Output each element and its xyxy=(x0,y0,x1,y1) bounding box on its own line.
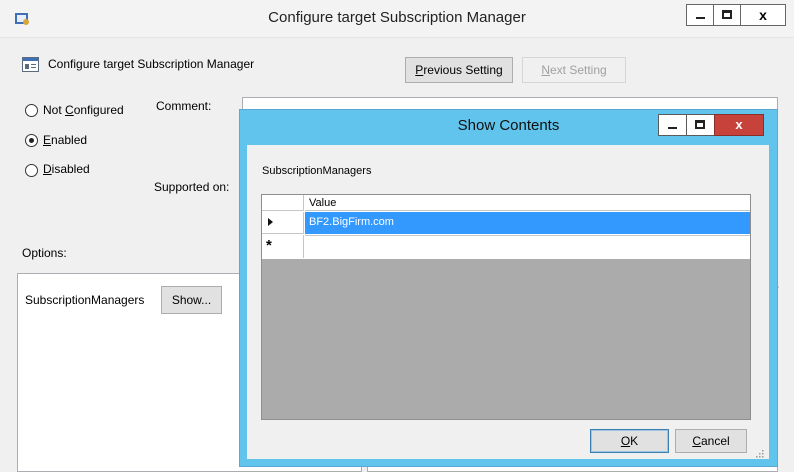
close-button[interactable]: x xyxy=(740,4,786,26)
comment-label: Comment: xyxy=(156,99,212,113)
value-cell[interactable]: BF2.BigFirm.com xyxy=(305,212,750,234)
main-window-controls: x xyxy=(686,4,786,26)
maximize-icon xyxy=(695,120,705,129)
disabled-radio[interactable] xyxy=(25,164,38,177)
close-icon: x xyxy=(759,7,767,23)
next-setting-label-mnemonic: N xyxy=(541,63,550,77)
ok-button[interactable]: OK xyxy=(590,429,669,453)
row-header[interactable] xyxy=(262,212,304,234)
minimize-button[interactable] xyxy=(686,4,714,26)
supported-on-label: Supported on: xyxy=(154,180,230,194)
new-value-cell[interactable] xyxy=(305,235,750,258)
maximize-icon xyxy=(722,10,732,19)
next-setting-label: ext Setting xyxy=(549,63,607,77)
setting-name: Configure target Subscription Manager xyxy=(48,57,255,71)
cancel-label: ancel xyxy=(700,434,730,448)
dialog-list-label: SubscriptionManagers xyxy=(262,165,372,177)
subscription-managers-label: SubscriptionManagers xyxy=(25,293,145,307)
main-window-title: Configure target Subscription Manager xyxy=(268,9,526,26)
ok-label-mnemonic: O xyxy=(620,434,631,448)
options-label: Options: xyxy=(22,246,67,260)
maximize-button[interactable] xyxy=(713,4,741,26)
new-row-marker-icon: * xyxy=(266,237,272,254)
not-configured-radio[interactable] xyxy=(25,104,38,117)
cancel-button[interactable]: Cancel xyxy=(675,429,747,453)
previous-setting-label: revious Setting xyxy=(423,63,503,77)
minimize-icon xyxy=(696,17,705,19)
cancel-label-mnemonic: C xyxy=(692,434,701,448)
previous-setting-button[interactable]: Previous Setting xyxy=(405,57,513,83)
dialog-maximize-button[interactable] xyxy=(686,114,715,136)
current-row-arrow-icon xyxy=(268,218,273,226)
radio-selected-dot xyxy=(29,138,34,143)
ok-label: K xyxy=(630,434,639,448)
enabled-radio[interactable] xyxy=(25,134,38,147)
setting-icon xyxy=(22,57,39,72)
new-row-header[interactable]: * xyxy=(262,235,304,258)
dialog-close-button[interactable]: x xyxy=(714,114,764,136)
dialog-minimize-button[interactable] xyxy=(658,114,687,136)
resize-grip-icon[interactable] xyxy=(756,447,764,458)
show-button[interactable]: Show... xyxy=(161,286,222,314)
dialog-window-controls: x xyxy=(658,114,770,136)
not-configured-label: Not Configured xyxy=(43,103,124,117)
close-icon: x xyxy=(735,117,743,132)
minimize-icon xyxy=(668,127,677,129)
disabled-label: Disabled xyxy=(43,162,90,176)
grid-corner-header[interactable] xyxy=(262,195,304,211)
enabled-label: Enabled xyxy=(43,133,88,147)
next-setting-button[interactable]: Next Setting xyxy=(522,57,626,83)
value-column-header[interactable]: Value xyxy=(305,195,750,211)
